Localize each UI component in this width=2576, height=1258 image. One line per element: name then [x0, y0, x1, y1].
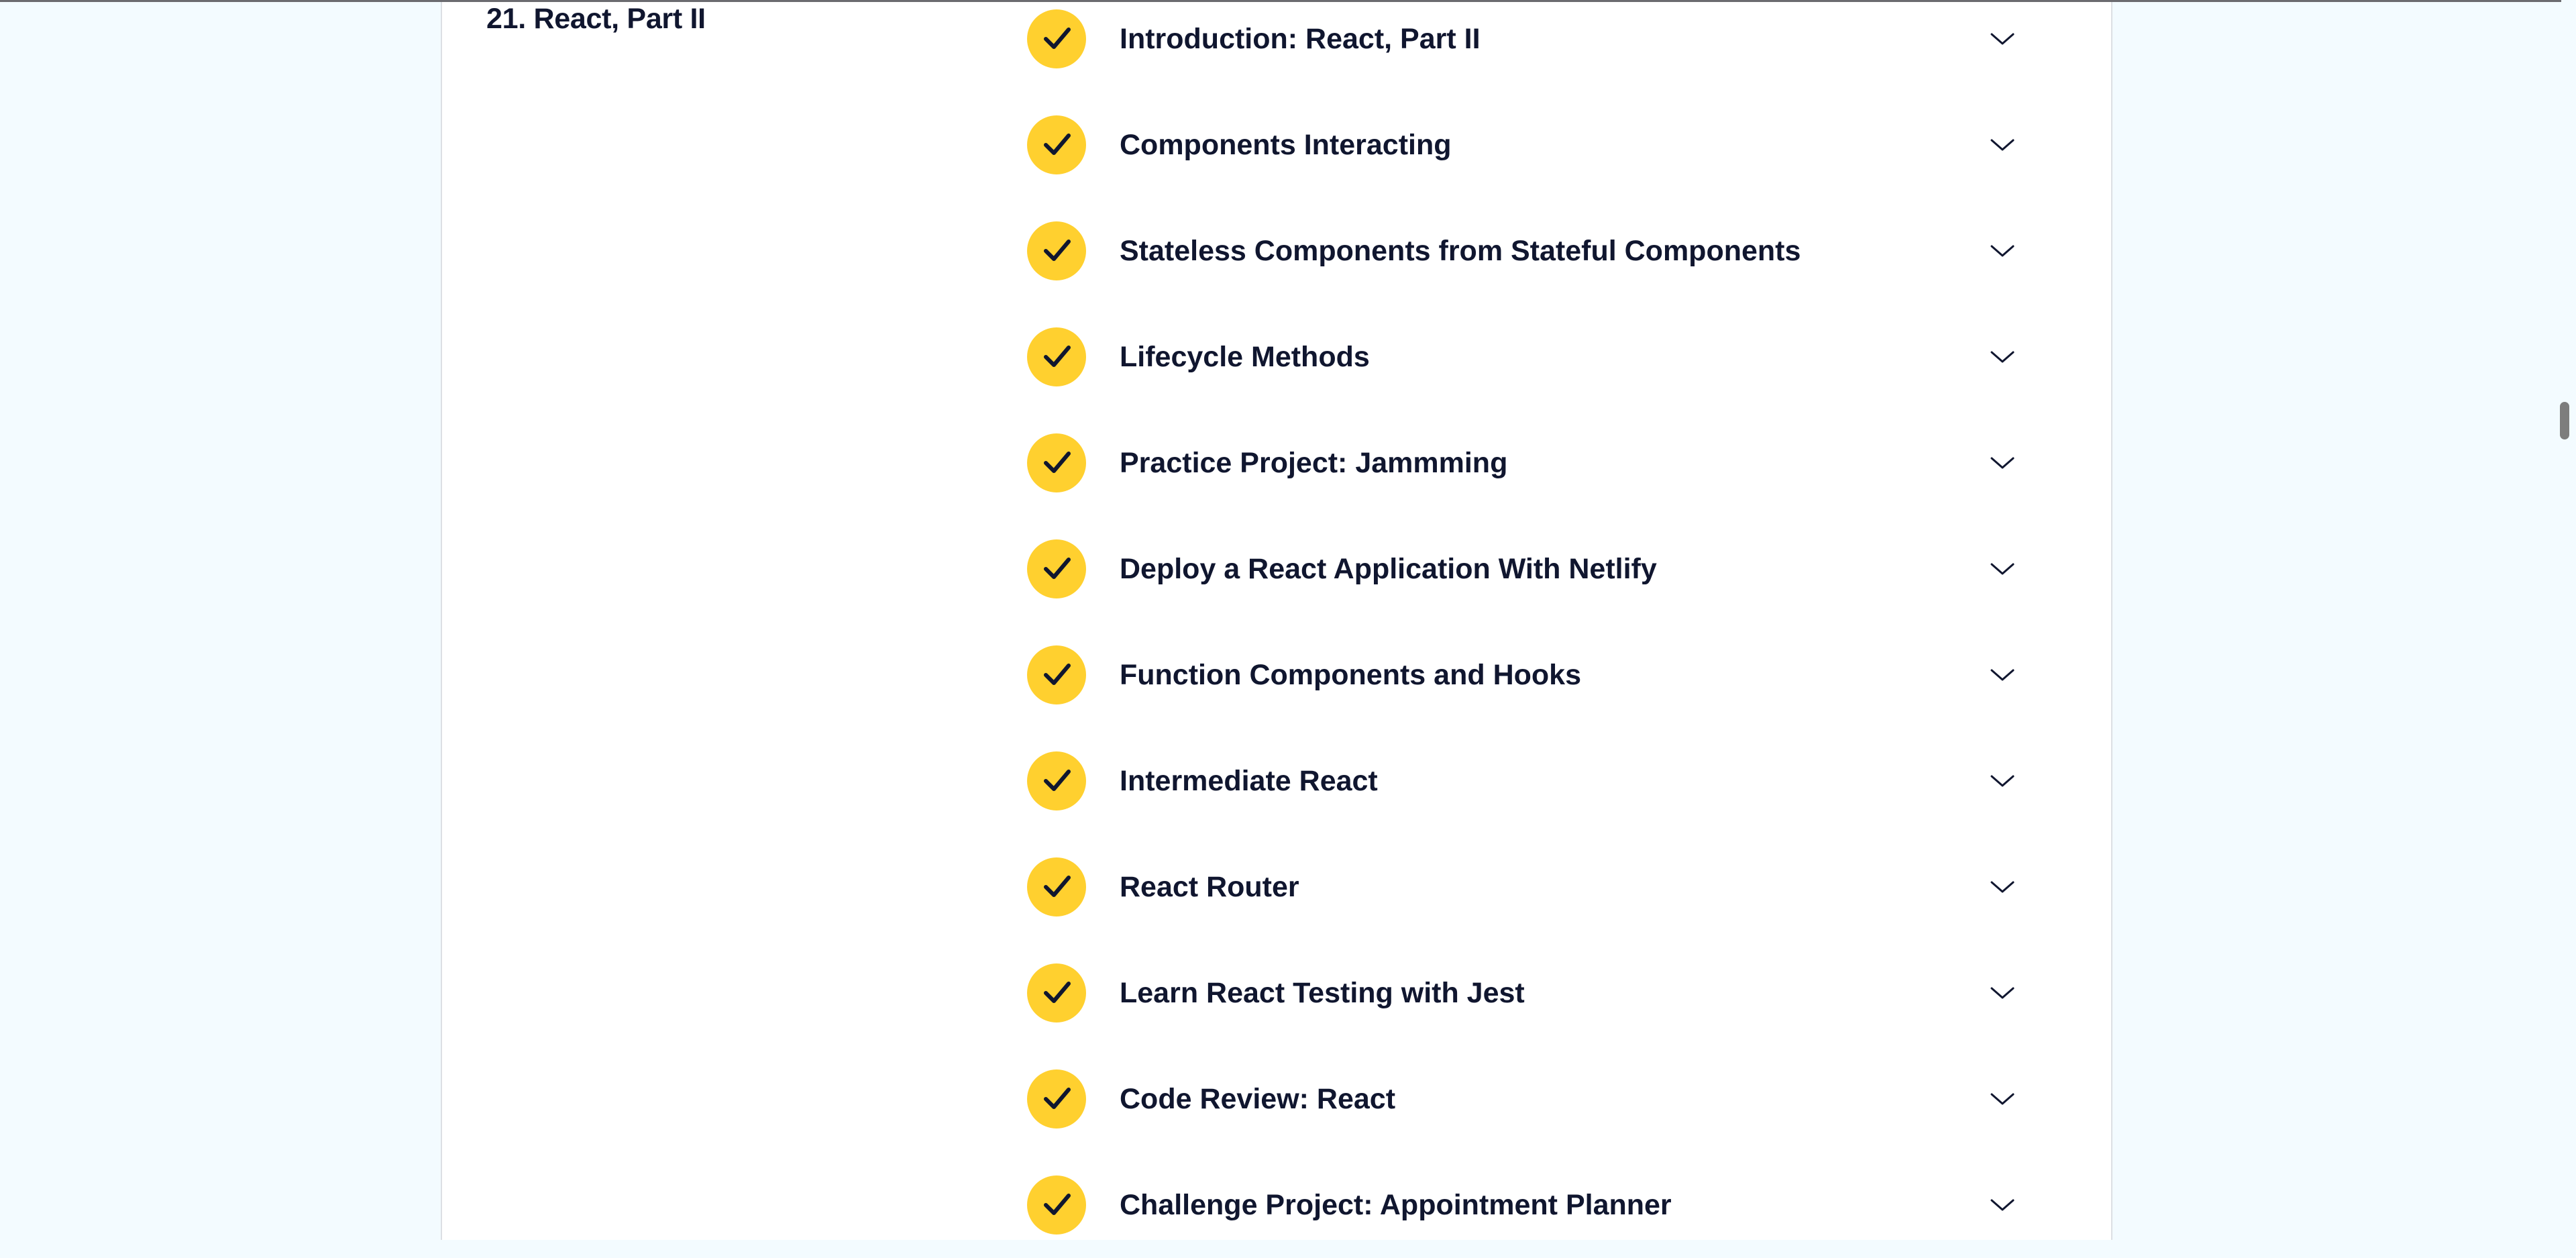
lesson-title: Lifecycle Methods [1120, 340, 1370, 373]
completed-check-icon [1027, 751, 1086, 810]
chevron-down-icon[interactable] [1989, 879, 2016, 895]
lesson-list: Introduction: React, Part II Components … [1027, 0, 2047, 1258]
chevron-down-icon[interactable] [1989, 455, 2016, 471]
lesson-title: Learn React Testing with Jest [1120, 976, 1525, 1009]
lesson-title: Deploy a React Application With Netlify [1120, 552, 1657, 585]
module-title: 21. React, Part II [486, 3, 706, 35]
lesson-item-hooks[interactable]: Function Components and Hooks [1027, 622, 2047, 728]
completed-check-icon [1027, 645, 1086, 704]
completed-check-icon [1027, 221, 1086, 280]
lesson-item-appointment-planner[interactable]: Challenge Project: Appointment Planner [1027, 1152, 2047, 1258]
lesson-item-code-review[interactable]: Code Review: React [1027, 1046, 2047, 1152]
completed-check-icon [1027, 433, 1086, 492]
chevron-down-icon[interactable] [1989, 773, 2016, 789]
lesson-item-jest-testing[interactable]: Learn React Testing with Jest [1027, 940, 2047, 1046]
completed-check-icon [1027, 539, 1086, 598]
lesson-item-stateless-components[interactable]: Stateless Components from Stateful Compo… [1027, 198, 2047, 304]
chevron-down-icon[interactable] [1989, 137, 2016, 153]
lesson-title: Components Interacting [1120, 128, 1452, 161]
lesson-title: Challenge Project: Appointment Planner [1120, 1188, 1672, 1221]
chevron-down-icon[interactable] [1989, 31, 2016, 47]
lesson-title: Stateless Components from Stateful Compo… [1120, 234, 1801, 267]
lesson-item-intermediate-react[interactable]: Intermediate React [1027, 728, 2047, 834]
chevron-down-icon[interactable] [1989, 667, 2016, 683]
lesson-title: React Router [1120, 870, 1299, 903]
lesson-item-jammming[interactable]: Practice Project: Jammming [1027, 410, 2047, 516]
chevron-down-icon[interactable] [1989, 985, 2016, 1001]
vertical-scrollbar[interactable] [2555, 2, 2576, 1240]
lesson-item-react-router[interactable]: React Router [1027, 834, 2047, 940]
chevron-down-icon[interactable] [1989, 561, 2016, 577]
chevron-down-icon[interactable] [1989, 243, 2016, 259]
completed-check-icon [1027, 9, 1086, 68]
scrollbar-thumb[interactable] [2560, 402, 2569, 439]
completed-check-icon [1027, 1175, 1086, 1235]
completed-check-icon [1027, 963, 1086, 1023]
chevron-down-icon[interactable] [1989, 349, 2016, 365]
lesson-item-lifecycle-methods[interactable]: Lifecycle Methods [1027, 304, 2047, 410]
completed-check-icon [1027, 115, 1086, 174]
lesson-item-netlify[interactable]: Deploy a React Application With Netlify [1027, 516, 2047, 622]
lesson-title: Function Components and Hooks [1120, 658, 1581, 691]
lesson-title: Code Review: React [1120, 1082, 1396, 1115]
lesson-title: Practice Project: Jammming [1120, 446, 1508, 479]
chevron-down-icon[interactable] [1989, 1091, 2016, 1107]
syllabus-panel: 21. React, Part II Introduction: React, … [441, 2, 2112, 1240]
chevron-down-icon[interactable] [1989, 1197, 2016, 1213]
lesson-item-components-interacting[interactable]: Components Interacting [1027, 92, 2047, 198]
completed-check-icon [1027, 327, 1086, 386]
completed-check-icon [1027, 1069, 1086, 1129]
lesson-item-introduction[interactable]: Introduction: React, Part II [1027, 0, 2047, 92]
lesson-title: Introduction: React, Part II [1120, 22, 1481, 55]
completed-check-icon [1027, 857, 1086, 916]
lesson-title: Intermediate React [1120, 764, 1378, 797]
